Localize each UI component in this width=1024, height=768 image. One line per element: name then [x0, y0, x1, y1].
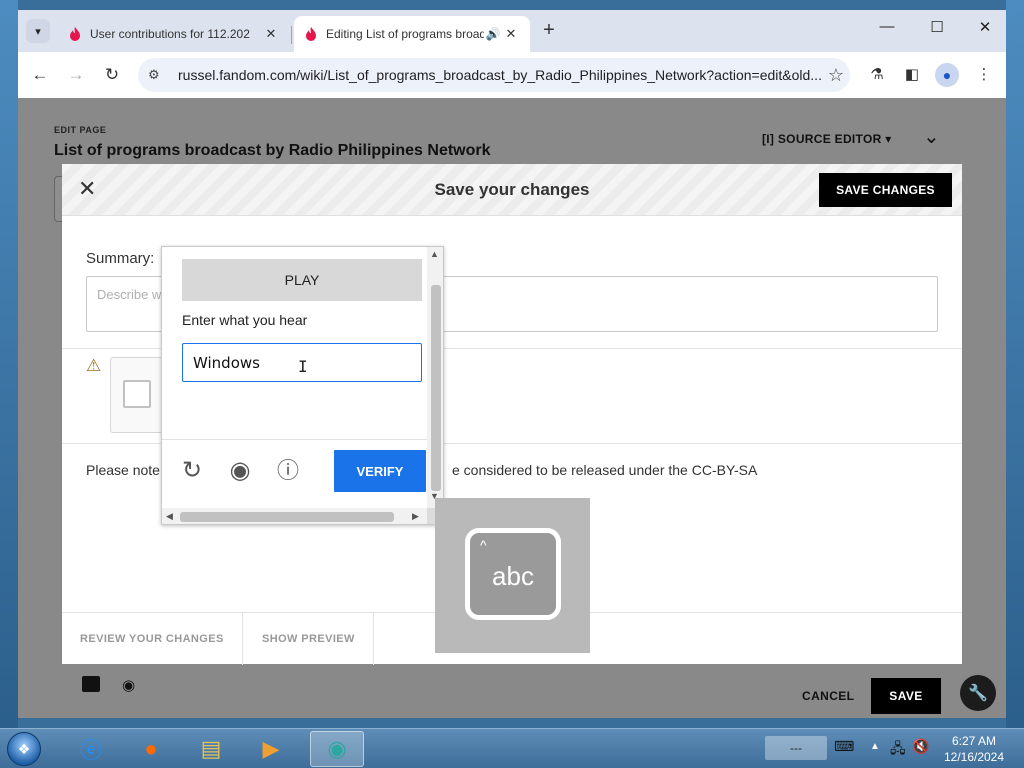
source-editor-toggle[interactable]: [I] SOURCE EDITOR ▾: [762, 132, 892, 146]
media-player-icon[interactable]: ▶: [244, 731, 298, 767]
desktop-background-left: [0, 0, 18, 728]
tab-editing-list[interactable]: Editing List of programs broadcast by Ra…: [294, 16, 530, 52]
license-note-end: e considered to be released under the CC…: [452, 462, 758, 478]
system-clock[interactable]: 6:27 AM 12/16/2024: [934, 733, 1014, 765]
start-button[interactable]: ❖: [4, 730, 44, 768]
save-button[interactable]: SAVE: [871, 678, 941, 714]
keyboard-abc-label: abc: [492, 561, 534, 591]
captcha-challenge-content: PLAY Enter what you hear I ↻ ◉ ⓘ VERIFY: [162, 247, 427, 508]
side-panel-icon[interactable]: ◧: [900, 63, 924, 87]
active-app-icon[interactable]: ◉: [310, 731, 364, 767]
chevron-down-icon[interactable]: ⌄: [923, 124, 940, 149]
tab-title: User contributions for 112.202: [90, 27, 250, 41]
speaker-icon[interactable]: 🔊: [484, 27, 502, 41]
profile-avatar-icon[interactable]: ●: [935, 63, 959, 87]
play-audio-button[interactable]: PLAY: [182, 259, 422, 301]
tab-search-button[interactable]: ▾: [26, 19, 50, 43]
maximize-button[interactable]: ☐: [914, 18, 960, 42]
clock-time: 6:27 AM: [951, 734, 997, 748]
dialog-header: ✕ Save your changes SAVE CHANGES: [62, 164, 962, 216]
menu-kebab-icon[interactable]: ⋮: [972, 63, 996, 87]
fandom-flame-icon: [306, 27, 316, 41]
url-text[interactable]: russel.fandom.com/wiki/List_of_programs_…: [168, 67, 822, 83]
verify-button[interactable]: VERIFY: [334, 450, 426, 492]
tab-separator: [291, 26, 292, 44]
tab-strip: ▾ User contributions for 112.202 ✕ Editi…: [18, 10, 1006, 52]
bookmark-star-icon[interactable]: ☆: [822, 65, 850, 86]
tab-title: Editing List of programs broadcast by Ra…: [326, 27, 484, 41]
horizontal-scrollbar[interactable]: ◀ ▶: [162, 508, 427, 524]
windows-logo-icon: ❖: [7, 732, 41, 766]
visual-challenge-eye-icon[interactable]: ◉: [226, 457, 254, 485]
vertical-scrollbar[interactable]: ▲ ▼: [427, 247, 443, 508]
clock-date: 12/16/2024: [943, 750, 1005, 764]
chevron-down-icon: ▾: [35, 25, 41, 38]
labs-flask-icon[interactable]: ⚗: [865, 63, 889, 87]
preview-eye-icon[interactable]: ◉: [122, 676, 135, 694]
caret-down-icon: ▾: [885, 132, 892, 146]
caret-up-icon: ^: [480, 537, 487, 553]
cancel-button[interactable]: CANCEL: [802, 689, 854, 703]
page-title: List of programs broadcast by Radio Phil…: [54, 142, 491, 159]
browser-window: ▾ User contributions for 112.202 ✕ Editi…: [18, 10, 1006, 718]
show-preview-button[interactable]: SHOW PREVIEW: [244, 613, 374, 665]
scroll-left-arrow-icon[interactable]: ◀: [166, 511, 173, 522]
scrollbar-thumb[interactable]: [431, 285, 441, 491]
info-icon[interactable]: ⓘ: [274, 457, 302, 485]
save-changes-button[interactable]: SAVE CHANGES: [819, 173, 952, 207]
firefox-icon[interactable]: ●: [124, 731, 178, 767]
desktop-background-right: [1006, 0, 1024, 728]
scroll-right-arrow-icon[interactable]: ▶: [412, 511, 419, 522]
browser-toolbar: ← → ↻ ⚙ russel.fandom.com/wiki/List_of_p…: [18, 52, 1006, 98]
source-editor-icon: [I]: [762, 132, 775, 146]
site-info-icon[interactable]: ⚙: [148, 67, 168, 83]
minimize-button[interactable]: —: [864, 18, 910, 42]
captcha-challenge-popup: PLAY Enter what you hear I ↻ ◉ ⓘ VERIFY …: [161, 246, 444, 525]
license-note-start: Please note: [86, 462, 160, 478]
new-tab-button[interactable]: +: [538, 20, 560, 42]
windows-taskbar: ❖ ⓔ ● ▤ ▶ ◉ --- ⌨ ▲ 🖧 🔇 6:27 AM 12/16/20…: [0, 728, 1024, 768]
file-explorer-icon[interactable]: ▤: [184, 731, 238, 767]
forward-arrow-icon[interactable]: →: [64, 63, 88, 87]
reload-challenge-icon[interactable]: ↻: [178, 457, 206, 485]
tab-user-contributions[interactable]: User contributions for 112.202 ✕: [58, 16, 290, 52]
fandom-flame-icon: [70, 27, 80, 41]
review-changes-button[interactable]: REVIEW YOUR CHANGES: [62, 613, 243, 665]
text-cursor-icon: I: [298, 357, 308, 376]
keyboard-icon: ^ abc: [465, 528, 561, 620]
close-tab-icon[interactable]: ✕: [502, 26, 520, 42]
enter-what-you-hear-label: Enter what you hear: [182, 312, 308, 328]
scrollbar-thumb[interactable]: [180, 512, 394, 522]
wrench-icon[interactable]: 🔧: [960, 675, 996, 711]
close-window-button[interactable]: ✕: [962, 18, 1006, 42]
scroll-up-arrow-icon[interactable]: ▲: [430, 249, 439, 259]
summary-label: Summary:: [86, 250, 155, 267]
close-tab-icon[interactable]: ✕: [262, 26, 280, 42]
address-bar[interactable]: ⚙ russel.fandom.com/wiki/List_of_program…: [138, 58, 850, 92]
on-screen-keyboard-tile[interactable]: ^ abc: [435, 498, 590, 653]
language-bar[interactable]: ---: [765, 736, 827, 760]
reload-icon[interactable]: ↻: [100, 63, 124, 87]
back-arrow-icon[interactable]: ←: [28, 63, 52, 87]
divider: [162, 439, 427, 440]
captcha-checkbox[interactable]: [123, 380, 151, 408]
show-hidden-icons-icon[interactable]: ▲: [870, 741, 880, 752]
keyboard-tray-icon[interactable]: ⌨: [834, 738, 854, 755]
warning-icon: ⚠: [86, 356, 102, 375]
toggle-panel-icon[interactable]: [82, 676, 100, 692]
edit-page-label: EDIT PAGE: [54, 125, 107, 135]
source-editor-label: SOURCE EDITOR: [777, 132, 882, 146]
internet-explorer-icon[interactable]: ⓔ: [64, 731, 118, 767]
volume-muted-icon[interactable]: 🔇: [912, 738, 929, 755]
network-icon[interactable]: 🖧: [890, 738, 906, 762]
